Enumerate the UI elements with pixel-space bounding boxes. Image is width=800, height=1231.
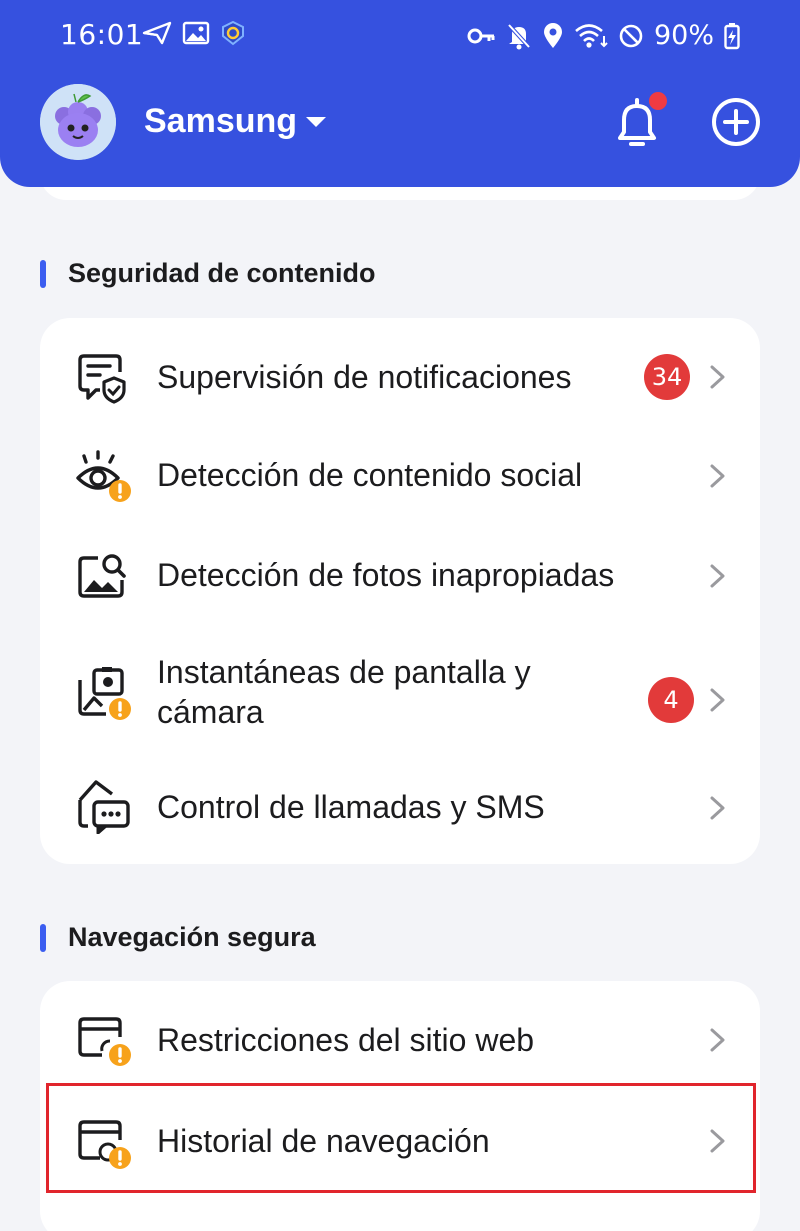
battery-percent: 90%	[653, 20, 714, 51]
profile-row: Samsung	[40, 84, 760, 160]
notification-shield-icon	[78, 354, 126, 404]
chevron-right-icon	[710, 365, 725, 389]
list-item-social-content-detection[interactable]: Detección de contenido social	[40, 428, 760, 528]
eye-warning-icon	[76, 450, 131, 502]
notification-dot	[649, 92, 667, 110]
profile-name[interactable]: Samsung	[144, 102, 297, 141]
add-button[interactable]	[710, 96, 762, 148]
content-security-card: Supervisión de notificaciones 34 Detecci…	[40, 318, 760, 864]
chevron-right-icon	[710, 564, 725, 588]
wifi-icon	[575, 23, 608, 48]
gallery-icon	[182, 21, 210, 45]
status-bar: 16:01 90%	[0, 0, 800, 70]
call-sms-icon	[78, 780, 130, 834]
list-item-browsing-history[interactable]: Historial de navegación	[40, 1086, 760, 1191]
plus-circle-icon	[712, 98, 760, 146]
screenshot-warning-icon	[78, 667, 131, 720]
grape-avatar-icon	[40, 84, 116, 160]
list-item-call-sms-control[interactable]: Control de llamadas y SMS	[40, 758, 760, 858]
list-item-website-restrictions[interactable]: Restricciones del sitio web	[40, 981, 760, 1091]
section-title-content-security: Seguridad de contenido	[40, 258, 376, 289]
chevron-right-icon	[710, 1028, 725, 1052]
status-time: 16:01	[60, 18, 144, 51]
battery-charging-icon	[724, 22, 740, 49]
browser-restriction-icon	[78, 1017, 131, 1066]
snapshots-label: Instantáneas de pantalla y cámara	[157, 654, 531, 730]
chevron-right-icon	[710, 796, 725, 820]
list-item-notification-supervision[interactable]: Supervisión de notificaciones 34	[40, 318, 760, 436]
location-icon	[543, 22, 562, 48]
caret-down-icon[interactable]	[304, 114, 328, 130]
list-item-inappropriate-photo-detection[interactable]: Detección de fotos inapropiadas	[40, 528, 760, 628]
avatar[interactable]	[40, 84, 116, 160]
chevron-right-icon	[710, 1129, 725, 1153]
status-badge: 34	[644, 354, 690, 400]
safe-browsing-card: Restricciones del sitio web Historial de…	[40, 981, 760, 1231]
app-shield-icon	[222, 20, 244, 46]
bell-icon	[618, 92, 667, 146]
send-icon	[142, 21, 172, 45]
status-badge: 4	[648, 677, 694, 723]
app-header: 16:01 90% Samsung	[0, 0, 800, 187]
chevron-right-icon	[710, 464, 725, 488]
do-not-disturb-icon	[619, 24, 643, 47]
browser-history-icon	[78, 1120, 131, 1169]
mute-icon	[507, 23, 531, 49]
list-item-screen-camera-snapshots[interactable]: Instantáneas de pantalla y cámara 4	[40, 628, 760, 762]
key-icon	[467, 28, 495, 43]
section-title-safe-browsing: Navegación segura	[40, 922, 316, 953]
image-search-icon	[78, 554, 126, 598]
notifications-button[interactable]	[610, 92, 670, 152]
chevron-right-icon	[710, 688, 725, 712]
